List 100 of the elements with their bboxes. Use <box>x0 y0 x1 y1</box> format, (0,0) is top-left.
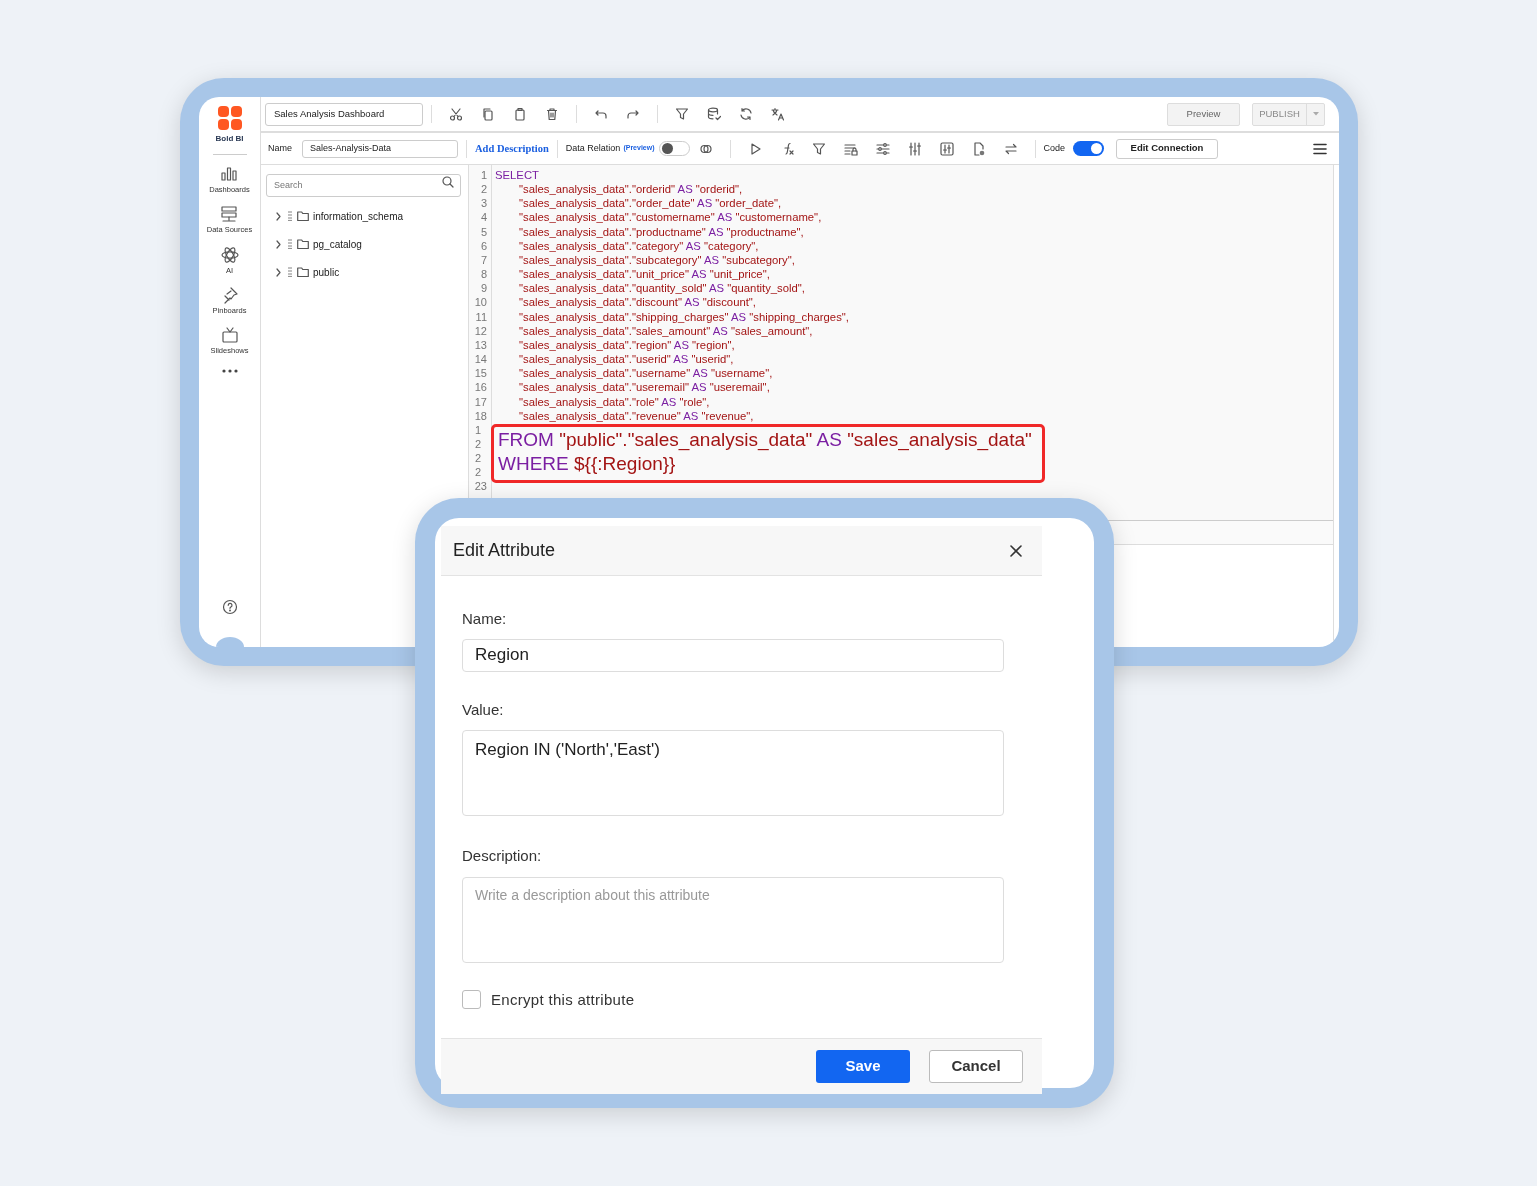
dialog-title: Edit Attribute <box>453 539 556 562</box>
line-number: 5 <box>479 224 487 239</box>
code-line: "sales_analysis_data"."customername" AS "customername", <box>518 210 823 225</box>
drag-handle-icon[interactable] <box>288 267 292 277</box>
code-label: Code <box>1043 141 1065 155</box>
sliders-icon[interactable] <box>875 141 890 156</box>
data-relation-toggle[interactable] <box>658 141 690 156</box>
drag-handle-icon[interactable] <box>288 239 292 249</box>
file-dot-icon[interactable] <box>971 141 986 156</box>
delete-icon[interactable] <box>545 107 559 121</box>
code-line: "sales_analysis_data"."revenue" AS "revenue", <box>518 408 755 423</box>
code-line: "sales_analysis_data"."region" AS "region", <box>518 337 736 353</box>
code-line: "sales_analysis_data"."username" AS "username", <box>518 366 774 381</box>
code-line: "sales_analysis_data"."sales_amount" AS "sales_amount", <box>518 323 814 338</box>
line-number: 2 <box>474 436 483 452</box>
filter-icon[interactable] <box>811 141 826 156</box>
code-line: "sales_analysis_data"."unit_price" AS "unit_price", <box>518 267 771 282</box>
bar-chart-icon <box>220 165 239 183</box>
folder-icon <box>297 267 309 277</box>
line-number: 16 <box>473 380 487 395</box>
server-icon <box>220 205 239 224</box>
code-line: "sales_analysis_data"."discount" AS "discount", <box>518 295 757 310</box>
cut-icon[interactable] <box>449 107 463 121</box>
edit-connection-button[interactable]: Edit Connection <box>1116 138 1218 159</box>
code-line: "sales_analysis_data"."shipping_charges" AS "shipping_charges", <box>518 309 850 324</box>
line-number: 17 <box>473 394 487 409</box>
data-relation-label: Data Relation <box>565 141 621 155</box>
name-label: Name <box>268 141 292 155</box>
line-number: 2 <box>474 451 483 466</box>
line-number: 6 <box>479 238 487 253</box>
line-number: 12 <box>473 323 487 338</box>
more-icon[interactable] <box>220 368 239 375</box>
chevron-right-icon[interactable] <box>275 267 282 277</box>
line-number: 18 <box>473 408 487 423</box>
code-toggle[interactable] <box>1073 141 1104 156</box>
tree-item[interactable]: pg_catalog <box>313 236 362 252</box>
boxed-sliders-icon[interactable] <box>939 141 954 156</box>
name-field[interactable]: Region <box>462 638 1004 672</box>
line-number: 11 <box>474 309 487 324</box>
copy-icon[interactable] <box>481 107 495 121</box>
value-field[interactable]: Region IN ('North','East') <box>462 730 1004 816</box>
chevron-right-icon[interactable] <box>275 211 282 221</box>
highlighted-code-line: WHERE ${{:Region}} <box>498 452 677 476</box>
encrypt-checkbox[interactable] <box>462 990 481 1010</box>
save-button[interactable]: Save <box>816 1050 910 1083</box>
filter-icon[interactable] <box>675 107 689 121</box>
cancel-button[interactable]: Cancel <box>929 1050 1023 1083</box>
line-number: 1 <box>474 422 483 437</box>
line-number: 14 <box>473 352 487 367</box>
atom-icon <box>220 245 239 264</box>
menu-icon[interactable] <box>1313 142 1327 155</box>
chevron-right-icon[interactable] <box>275 239 282 249</box>
line-number: 4 <box>479 210 487 225</box>
refresh-icon[interactable] <box>739 107 753 121</box>
highlighted-code-line: FROM "public"."sales_analysis_data" AS "sales_analysis_data" <box>498 428 1033 452</box>
line-number: 10 <box>473 295 487 310</box>
help-icon[interactable] <box>221 599 238 615</box>
tree-item[interactable]: information_schema <box>313 208 404 224</box>
paste-icon[interactable] <box>513 107 527 121</box>
code-line: "sales_analysis_data"."quantity_sold" AS "quantity_sold", <box>518 281 806 296</box>
code-line: "sales_analysis_data"."productname" AS "productname", <box>518 224 805 239</box>
logo-label: Bold BI <box>215 133 244 145</box>
tv-icon <box>220 326 239 344</box>
code-line: "sales_analysis_data"."userid" AS "userid", <box>518 352 735 367</box>
translate-icon[interactable] <box>771 107 785 121</box>
description-label: Description: <box>462 846 543 866</box>
folder-icon <box>297 239 309 249</box>
encrypt-label: Encrypt this attribute <box>491 989 635 1010</box>
code-line: "sales_analysis_data"."useremail" AS "useremail", <box>518 380 771 395</box>
line-number: 7 <box>479 252 487 268</box>
line-number: 9 <box>479 281 487 296</box>
swap-icon[interactable] <box>1003 141 1018 156</box>
close-icon[interactable] <box>1010 544 1022 557</box>
tree-item[interactable]: public <box>313 264 340 280</box>
code-line: "sales_analysis_data"."category" AS "category", <box>518 238 760 253</box>
line-number: 23 <box>473 479 487 494</box>
dashboard-name-field[interactable]: Sales Analysis Dashboard <box>265 102 423 126</box>
line-number: 2 <box>479 182 487 197</box>
database-icon[interactable] <box>707 107 721 121</box>
search-field[interactable]: Search <box>266 173 461 197</box>
search-icon[interactable] <box>442 176 454 188</box>
add-description-link[interactable]: Add Description <box>475 140 549 157</box>
list-lock-icon[interactable] <box>843 141 858 156</box>
preview-button[interactable]: Preview <box>1167 102 1240 126</box>
code-line: SELECT <box>495 168 540 183</box>
line-number: 8 <box>479 267 487 282</box>
folder-icon <box>297 211 309 221</box>
data-source-name-field[interactable]: Sales-Analysis-Data <box>302 139 458 158</box>
logo-icon[interactable] <box>217 106 242 130</box>
code-line: "sales_analysis_data"."orderid" AS "orderid", <box>518 182 744 197</box>
name-label: Name: <box>462 609 508 629</box>
line-number: 3 <box>479 196 487 211</box>
value-label: Value: <box>462 699 505 720</box>
line-number: 15 <box>473 366 487 381</box>
drag-handle-icon[interactable] <box>288 211 292 221</box>
code-line: "sales_analysis_data"."subcategory" AS "subcategory", <box>518 252 796 268</box>
line-number: 13 <box>473 337 487 353</box>
vertical-sliders-icon[interactable] <box>907 141 922 156</box>
line-number: 2 <box>474 465 483 480</box>
code-line: "sales_analysis_data"."order_date" AS "order_date", <box>518 196 783 211</box>
